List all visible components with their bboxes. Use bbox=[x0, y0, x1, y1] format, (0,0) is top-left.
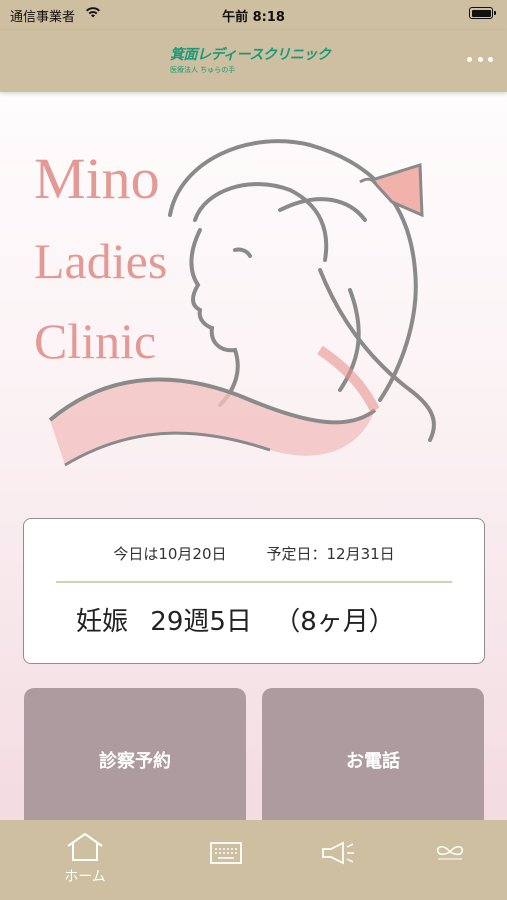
tab-announcements[interactable] bbox=[293, 832, 383, 866]
hero-text-mino: Mino bbox=[34, 146, 160, 211]
date-row: 今日は10月20日 予定日：12月31日 bbox=[24, 543, 484, 564]
tab-gift[interactable] bbox=[405, 832, 495, 866]
logo-title: 箕面レディースクリニック bbox=[170, 47, 331, 63]
reservation-button[interactable]: 診察予約 bbox=[24, 688, 246, 838]
hero-text-clinic: Clinic bbox=[34, 313, 156, 369]
today-date: 今日は10月20日 bbox=[113, 545, 227, 563]
logo-subtitle: 医療法人 ちゅらの手 bbox=[170, 66, 236, 74]
pregnancy-info-card: 今日は10月20日 予定日：12月31日 妊娠 29週5日 （8ヶ月） bbox=[23, 518, 485, 664]
pregnancy-progress: 妊娠 29週5日 （8ヶ月） bbox=[76, 601, 409, 638]
status-bar: 通信事業者 午前 8:18 bbox=[0, 0, 507, 30]
ribbon-icon bbox=[436, 846, 464, 860]
battery-icon bbox=[469, 7, 496, 19]
tab-home[interactable]: ホーム bbox=[40, 832, 130, 886]
due-date: 予定日：12月31日 bbox=[266, 545, 395, 563]
tab-bar: ホーム bbox=[0, 820, 507, 900]
tab-home-label: ホーム bbox=[64, 869, 106, 885]
pregnancy-months: （8ヶ月） bbox=[274, 607, 395, 637]
keyboard-icon bbox=[210, 842, 242, 864]
status-time: 午前 8:18 bbox=[222, 10, 285, 25]
pregnancy-weeks: 29週5日 bbox=[150, 607, 252, 637]
home-icon bbox=[67, 832, 103, 861]
hero-illustration: Mino Ladies Clinic bbox=[34, 139, 436, 467]
phone-button[interactable]: お電話 bbox=[262, 688, 484, 838]
nav-bar: 箕面レディースクリニック 医療法人 ちゅらの手 bbox=[0, 30, 507, 92]
clinic-logo[interactable]: 箕面レディースクリニック 医療法人 ちゅらの手 bbox=[170, 44, 340, 74]
hero-text-ladies: Ladies bbox=[34, 233, 167, 289]
pregnancy-label: 妊娠 bbox=[76, 607, 129, 637]
more-menu-icon[interactable] bbox=[467, 52, 493, 66]
tab-keyboard[interactable] bbox=[181, 832, 271, 866]
megaphone-icon bbox=[322, 841, 354, 865]
divider bbox=[56, 581, 452, 583]
